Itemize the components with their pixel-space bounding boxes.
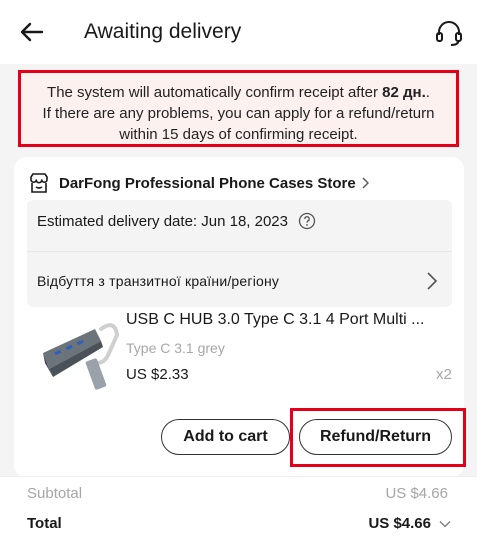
headset-icon[interactable]	[434, 18, 464, 48]
arrow-left-icon[interactable]	[18, 18, 46, 46]
total-value: US $4.66	[368, 515, 431, 532]
estimated-delivery-row: Estimated delivery date: Jun 18, 2023	[37, 212, 316, 230]
chevron-down-icon	[439, 520, 451, 527]
page-title: Awaiting delivery	[84, 20, 242, 43]
order-summary: Subtotal US $4.66 Total US $4.66	[0, 476, 477, 548]
tracking-status: Відбуття з транзитної країни/регіону	[37, 273, 280, 289]
product-quantity: x2	[436, 366, 452, 383]
product-variant: Type C 3.1 grey	[126, 340, 225, 356]
delivery-info: Estimated delivery date: Jun 18, 2023 Ві…	[27, 200, 452, 307]
auto-confirm-notice: The system will automatically confirm re…	[18, 70, 459, 147]
total-expand-toggle[interactable]: US $4.66	[368, 515, 451, 532]
tracking-status-row[interactable]: Відбуття з транзитної країни/регіону	[27, 252, 452, 307]
top-bar: Awaiting delivery	[0, 0, 477, 64]
add-to-cart-button[interactable]: Add to cart	[161, 419, 290, 455]
notice-days-remaining: 82 дн.	[382, 84, 426, 101]
store-link[interactable]: DarFong Professional Phone Cases Store	[28, 171, 370, 195]
order-card: DarFong Professional Phone Cases Store E…	[14, 157, 466, 477]
store-icon	[30, 173, 48, 193]
total-label: Total	[27, 515, 62, 532]
question-circle-icon[interactable]	[298, 212, 316, 230]
notice-line-2: If there are any problems, you can apply…	[42, 105, 435, 122]
subtotal-label: Subtotal	[27, 485, 83, 502]
store-name: DarFong Professional Phone Cases Store	[59, 174, 356, 192]
notice-line-1: The system will automatically confirm re…	[47, 84, 430, 101]
product-title[interactable]: USB C HUB 3.0 Type C 3.1 4 Port Multi ..…	[126, 311, 456, 329]
chevron-right-icon	[427, 272, 438, 290]
notice-line-3: within 15 days of confirming receipt.	[119, 126, 358, 143]
chevron-right-icon	[362, 177, 369, 189]
product-thumbnail[interactable]	[35, 313, 127, 405]
estimated-delivery-date: Estimated delivery date: Jun 18, 2023	[37, 212, 288, 230]
refund-return-button[interactable]: Refund/Return	[299, 419, 452, 455]
subtotal-value: US $4.66	[385, 485, 448, 502]
product-price: US $2.33	[126, 366, 189, 383]
